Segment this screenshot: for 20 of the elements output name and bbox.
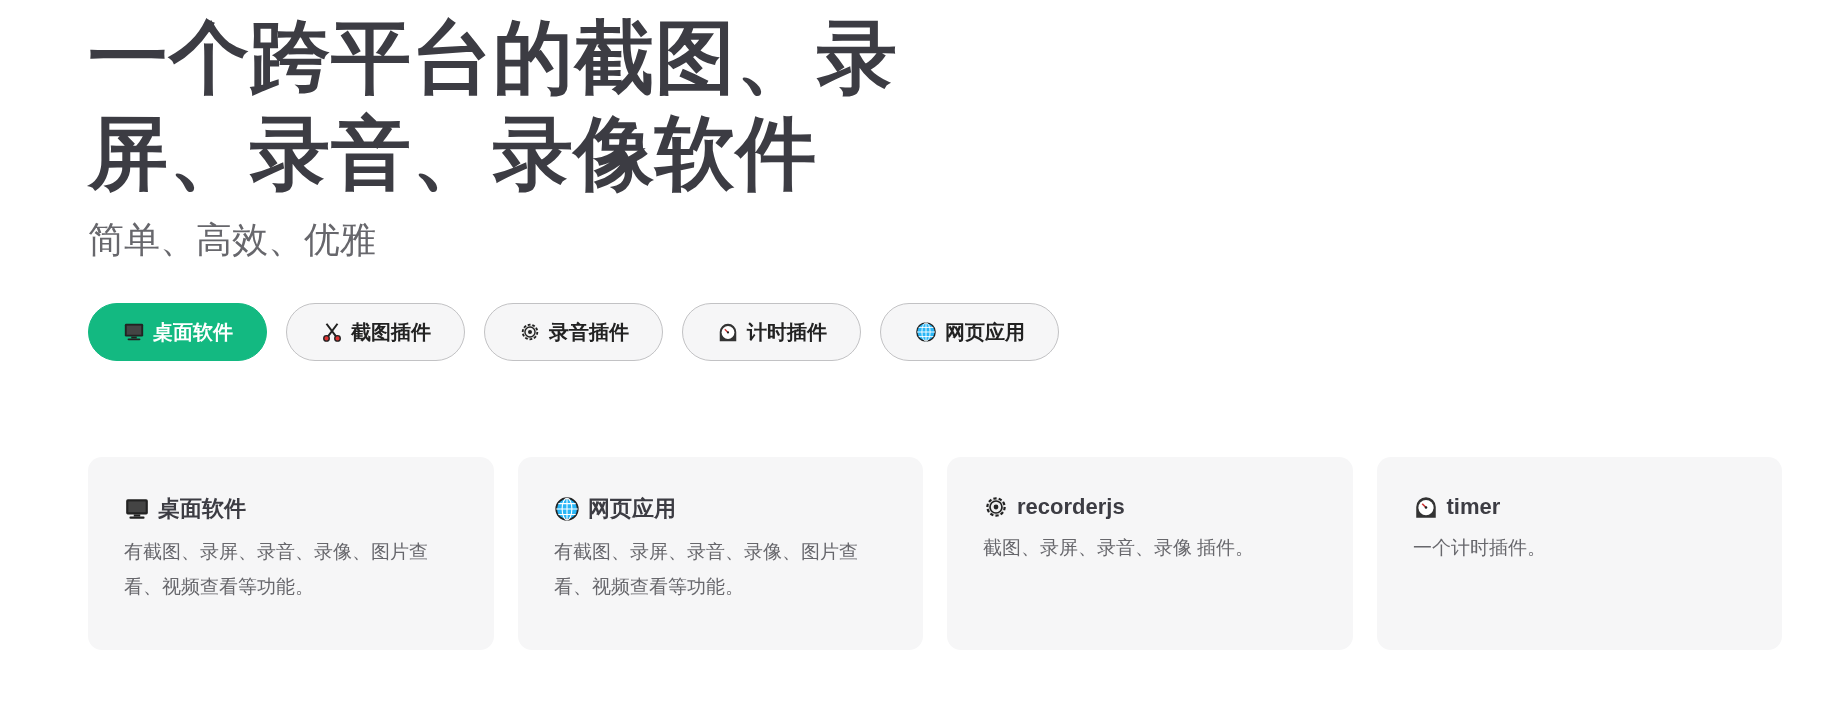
feature-title: 网页应用 [587, 495, 676, 523]
action-button[interactable]: 录音插件 [484, 303, 663, 361]
scissors-icon [320, 321, 343, 343]
feature-title: 桌面软件 [158, 495, 246, 523]
hero-title: 一个跨平台的截图、录屏、录音、录像软件 [88, 12, 899, 200]
action-button[interactable]: 网页应用 [880, 303, 1059, 361]
feature-description: 一个计时插件。 [1412, 536, 1547, 560]
hero-tagline: 简单、高效、优雅 [88, 218, 377, 262]
feature-title: recorderjs [1017, 494, 1125, 520]
action-button[interactable]: 计时插件 [682, 303, 861, 361]
monitor-icon [122, 321, 145, 343]
feature-description: 有截图、录屏、录音、录像、图片查看、视频查看等功能。 [124, 540, 429, 599]
feature-title: timer [1446, 494, 1501, 520]
feature-description: 有截图、录屏、录音、录像、图片查看、视频查看等功能。 [553, 540, 859, 599]
globe-icon [914, 321, 937, 343]
action-button[interactable]: 截图插件 [286, 303, 465, 361]
monitor-icon [124, 496, 150, 522]
globe-icon [553, 496, 580, 522]
feature-description: 截图、录屏、录音、录像 插件。 [983, 536, 1256, 560]
gear-icon [983, 494, 1009, 520]
